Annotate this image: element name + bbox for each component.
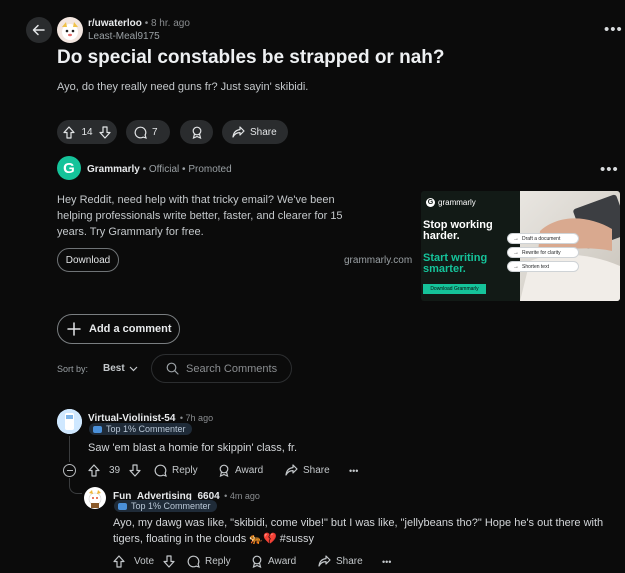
comments-button[interactable]: 7	[126, 120, 170, 144]
award-icon	[219, 464, 229, 477]
post-more-icon[interactable]: •••	[604, 22, 623, 37]
download-button[interactable]: Download	[57, 248, 119, 272]
award-icon	[192, 126, 201, 139]
ad-image-brand-text: grammarly	[438, 198, 476, 207]
downvote-icon[interactable]	[163, 555, 175, 568]
plus-icon	[67, 322, 81, 336]
comment-time: 7h ago	[185, 413, 214, 423]
comment-count: 7	[152, 126, 158, 138]
award-button[interactable]	[180, 120, 213, 144]
share-icon	[318, 555, 331, 567]
comment-body: Saw 'em blast a homie for skippin' class…	[88, 442, 298, 454]
share-label: Share	[336, 555, 363, 567]
upvote-icon[interactable]	[113, 555, 125, 568]
avatar[interactable]	[57, 409, 82, 434]
upvote-icon[interactable]	[63, 125, 75, 139]
search-comments-input[interactable]: Search Comments	[151, 354, 292, 383]
sort-value: Best	[103, 363, 125, 374]
share-icon	[285, 464, 298, 476]
subreddit-name[interactable]: r/uwaterloo	[88, 18, 142, 29]
vote-count: 39	[109, 465, 121, 476]
ad-image-cta: Download Grammarly	[423, 284, 486, 294]
vote-label: Vote	[134, 556, 155, 567]
ad-image-tag: Draft a document	[507, 233, 579, 244]
reply-button[interactable]: Reply	[154, 464, 198, 477]
award-button[interactable]: Award	[218, 464, 263, 477]
add-comment-label: Add a comment	[89, 323, 172, 335]
commenter-badge: Top 1% Commenter	[89, 423, 192, 435]
ad-text: Hey Reddit, need help with that tricky e…	[57, 194, 343, 238]
downvote-icon[interactable]	[129, 464, 141, 477]
ad-domain[interactable]: grammarly.com	[344, 255, 412, 266]
post-time: 8 hr. ago	[150, 18, 190, 29]
back-arrow-icon	[32, 24, 45, 36]
commenter-badge: Top 1% Commenter	[114, 500, 217, 512]
reply-button[interactable]: Reply	[187, 555, 231, 568]
search-placeholder: Search Comments	[186, 362, 278, 375]
back-button[interactable]	[26, 17, 52, 43]
downvote-icon[interactable]	[99, 125, 111, 139]
share-button[interactable]: Share	[222, 120, 288, 144]
ad-photo	[520, 191, 620, 301]
promoted-label: Promoted	[188, 164, 232, 175]
badge-label: Top 1% Commenter	[131, 501, 211, 511]
ad-image[interactable]: G grammarly Stop working harder. Start w…	[421, 191, 620, 301]
comment-vote-control: 39	[88, 464, 141, 477]
comment-icon	[187, 555, 200, 568]
share-label: Share	[250, 126, 277, 138]
award-button[interactable]: Award	[251, 555, 296, 568]
vote-count: 14	[81, 126, 93, 138]
comment-icon	[134, 126, 147, 139]
grammarly-logo-icon[interactable]: G	[57, 156, 81, 180]
sort-label: Sort by:	[57, 364, 89, 374]
ad-image-tag: Rewrite for clarity	[507, 247, 579, 258]
comment-time: 4m ago	[229, 491, 260, 501]
subreddit-avatar[interactable]	[57, 17, 83, 43]
ad-header: Grammarly • Official • Promoted	[87, 164, 232, 175]
post-body: Ayo, do they really need guns fr? Just s…	[57, 81, 309, 93]
comment-body: Ayo, my dawg was like, "skibidi, come vi…	[113, 517, 604, 545]
award-label: Award	[268, 556, 297, 567]
avatar[interactable]	[84, 487, 106, 509]
share-button[interactable]: Share	[285, 464, 330, 476]
post-title: Do special constables be strapped or nah…	[57, 47, 445, 68]
award-label: Award	[235, 465, 264, 476]
chevron-down-icon	[129, 366, 138, 371]
badge-icon	[118, 502, 127, 510]
sort-dropdown[interactable]: Best	[103, 363, 138, 374]
post-author[interactable]: Least-Meal9175	[88, 31, 160, 42]
post-meta: r/uwaterloo • 8 hr. ago	[88, 18, 190, 29]
share-button[interactable]: Share	[318, 555, 363, 567]
ad-image-headline: Stop working harder.	[423, 219, 493, 242]
reply-label: Reply	[172, 465, 198, 476]
grammarly-mark-icon: G	[426, 198, 435, 207]
ad-image-tag: Shorten text	[507, 261, 579, 272]
search-icon	[166, 362, 179, 375]
comment-vote-control: Vote	[113, 555, 175, 568]
comment-icon	[154, 464, 167, 477]
collapse-icon[interactable]	[63, 464, 76, 477]
comment-more-icon[interactable]: •••	[382, 557, 391, 567]
vote-control: 14	[57, 120, 117, 144]
upvote-icon[interactable]	[88, 464, 100, 477]
award-icon	[252, 555, 262, 568]
advertiser-name[interactable]: Grammarly	[87, 164, 140, 175]
thread-branch	[69, 478, 82, 494]
share-label: Share	[303, 464, 330, 476]
add-comment-button[interactable]: Add a comment	[57, 314, 180, 344]
official-label: Official	[148, 164, 180, 175]
badge-icon	[93, 425, 102, 433]
ad-image-headline-accent: Start writing smarter.	[423, 252, 488, 275]
ad-image-brand: G grammarly	[426, 198, 476, 207]
reply-label: Reply	[205, 556, 231, 567]
badge-label: Top 1% Commenter	[106, 424, 186, 434]
share-icon	[232, 126, 245, 138]
ad-more-icon[interactable]: •••	[600, 162, 619, 177]
comment-more-icon[interactable]: •••	[349, 466, 358, 476]
thread-line	[69, 436, 70, 462]
